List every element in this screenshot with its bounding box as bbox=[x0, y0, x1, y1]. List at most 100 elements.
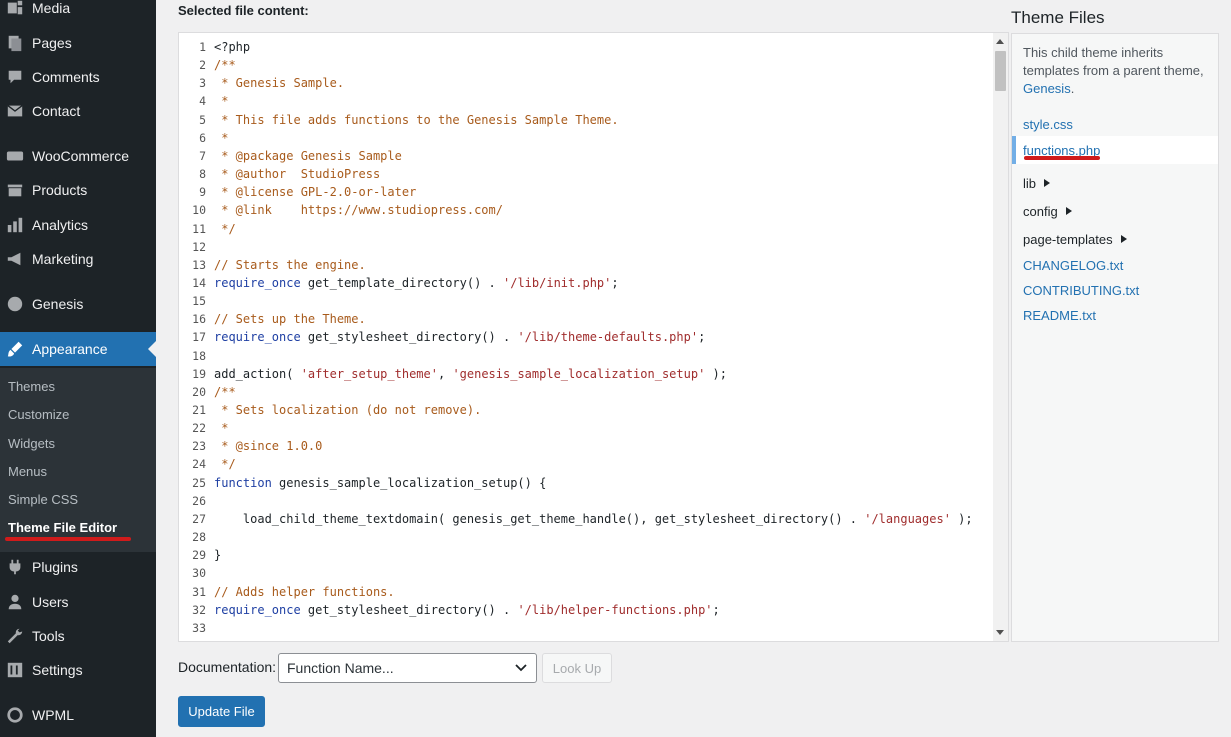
line-number: 6 bbox=[199, 130, 206, 145]
code-text: */ bbox=[214, 457, 236, 472]
code-text: // Starts the engine. bbox=[214, 257, 366, 272]
code-text: /** bbox=[214, 58, 236, 73]
submenu-item-theme-file-editor[interactable]: Theme File Editor bbox=[8, 520, 117, 535]
code-text: * bbox=[214, 130, 229, 145]
submenu-item-themes[interactable]: Themes bbox=[8, 379, 55, 394]
pages-icon bbox=[5, 33, 25, 53]
line-number: 17 bbox=[192, 330, 206, 345]
submenu-item-customize[interactable]: Customize bbox=[8, 407, 69, 422]
comments-icon bbox=[5, 67, 25, 87]
code-text: * @link https://www.studiopress.com/ bbox=[214, 203, 503, 218]
select-value: Function Name... bbox=[287, 660, 394, 676]
menu-label: WooCommerce bbox=[32, 148, 129, 164]
expand-triangle-icon bbox=[1044, 179, 1051, 187]
products-icon bbox=[5, 180, 25, 200]
function-name-select[interactable]: Function Name... bbox=[278, 653, 537, 683]
code-text: * @since 1.0.0 bbox=[214, 439, 323, 454]
line-number: 8 bbox=[199, 167, 206, 182]
mail-icon bbox=[5, 101, 25, 121]
menu-label: Comments bbox=[32, 69, 100, 85]
line-number: 9 bbox=[199, 185, 206, 200]
file-item-changelog[interactable]: CHANGELOG.txt bbox=[1012, 251, 1218, 279]
line-number: 2 bbox=[199, 58, 206, 73]
code-text: * Genesis Sample. bbox=[214, 76, 345, 91]
code-text: add_action( 'after_setup_theme', 'genesi… bbox=[214, 366, 727, 381]
editor-scrollbar[interactable] bbox=[993, 33, 1008, 641]
menu-item-users[interactable]: Users bbox=[0, 585, 156, 619]
code-text: <?php bbox=[214, 40, 251, 54]
code-text: require_once get_stylesheet_directory() … bbox=[214, 330, 706, 345]
look-up-button[interactable]: Look Up bbox=[542, 653, 612, 683]
menu-item-appearance[interactable]: Appearance bbox=[0, 332, 156, 366]
file-item-style-css[interactable]: style.css bbox=[1012, 110, 1218, 138]
menu-item-plugins[interactable]: Plugins bbox=[0, 550, 156, 584]
folder-item-config[interactable]: config bbox=[1012, 197, 1218, 225]
code-text: * This file adds functions to the Genesi… bbox=[214, 112, 619, 127]
folder-item-lib[interactable]: lib bbox=[1012, 169, 1218, 197]
folder-label: config bbox=[1023, 203, 1058, 219]
line-number: 30 bbox=[192, 566, 206, 581]
theme-files-panel: This child theme inherits templates from… bbox=[1011, 33, 1219, 642]
file-label: CHANGELOG.txt bbox=[1023, 257, 1124, 273]
line-number: 1 bbox=[199, 40, 206, 54]
highlight-underline bbox=[5, 537, 131, 541]
line-number: 23 bbox=[192, 439, 206, 454]
scroll-thumb[interactable] bbox=[995, 51, 1006, 91]
menu-item-woocommerce[interactable]: WooCommerce bbox=[0, 139, 156, 173]
code-text: load_child_theme_textdomain( genesis_get… bbox=[214, 511, 973, 526]
menu-label: Marketing bbox=[32, 251, 94, 267]
submenu-item-simple-css[interactable]: Simple CSS bbox=[8, 492, 78, 507]
file-item-readme[interactable]: README.txt bbox=[1012, 301, 1218, 329]
menu-label: Users bbox=[32, 594, 69, 610]
settings-icon bbox=[5, 660, 25, 680]
line-number: 28 bbox=[192, 530, 206, 545]
menu-item-genesis[interactable]: Genesis bbox=[0, 287, 156, 321]
scroll-down-icon[interactable] bbox=[996, 630, 1004, 635]
line-number: 11 bbox=[192, 221, 206, 236]
line-number: 20 bbox=[192, 384, 206, 399]
menu-item-analytics[interactable]: Analytics bbox=[0, 208, 156, 242]
menu-item-tools[interactable]: Tools bbox=[0, 619, 156, 653]
folder-item-page-templates[interactable]: page-templates bbox=[1012, 225, 1218, 253]
code-text: function genesis_sample_localization_set… bbox=[214, 475, 547, 490]
submenu-item-menus[interactable]: Menus bbox=[8, 464, 47, 479]
menu-item-pages[interactable]: Pages bbox=[0, 26, 156, 60]
file-item-contributing[interactable]: CONTRIBUTING.txt bbox=[1012, 276, 1218, 304]
line-number: 29 bbox=[192, 548, 206, 563]
chevron-down-icon bbox=[514, 660, 528, 677]
line-number: 18 bbox=[192, 348, 206, 363]
theme-files-title: Theme Files bbox=[1011, 8, 1105, 27]
line-number: 31 bbox=[192, 584, 206, 599]
code-text: * bbox=[214, 421, 229, 436]
genesis-link[interactable]: Genesis bbox=[1023, 81, 1071, 96]
active-indicator-arrow bbox=[148, 341, 156, 357]
menu-item-marketing[interactable]: Marketing bbox=[0, 242, 156, 276]
menu-item-settings[interactable]: Settings bbox=[0, 653, 156, 687]
file-label: CONTRIBUTING.txt bbox=[1023, 282, 1140, 298]
code-editor[interactable]: 1 <?php 2 /** 3 * Genesis Sample. 4 * 5 * This… bbox=[178, 32, 1009, 642]
megaphone-icon bbox=[5, 249, 25, 269]
line-number: 27 bbox=[192, 511, 206, 526]
menu-label: Settings bbox=[32, 662, 83, 678]
media-icon bbox=[5, 0, 25, 18]
menu-item-media[interactable]: Media bbox=[0, 0, 156, 25]
submenu-item-widgets[interactable]: Widgets bbox=[8, 436, 55, 451]
menu-item-comments[interactable]: Comments bbox=[0, 60, 156, 94]
line-number: 26 bbox=[192, 493, 206, 508]
line-number: 24 bbox=[192, 457, 206, 472]
code-text: * @license GPL-2.0-or-later bbox=[214, 185, 417, 200]
menu-item-products[interactable]: Products bbox=[0, 173, 156, 207]
update-file-button[interactable]: Update File bbox=[178, 696, 265, 727]
genesis-icon bbox=[5, 294, 25, 314]
menu-label: Contact bbox=[32, 103, 81, 119]
menu-item-contact[interactable]: Contact bbox=[0, 94, 156, 128]
note-text: This child theme inherits templates from… bbox=[1023, 45, 1204, 78]
admin-sidebar: Media Pages Comments Contact WooCommerce… bbox=[0, 0, 156, 737]
line-number: 16 bbox=[192, 312, 206, 327]
menu-item-wpml[interactable]: WPML bbox=[0, 698, 156, 732]
line-number: 10 bbox=[192, 203, 206, 218]
code-text: // Adds helper functions. bbox=[214, 584, 395, 599]
expand-triangle-icon bbox=[1065, 207, 1072, 215]
code-text: // Sets up the Theme. bbox=[214, 312, 366, 327]
scroll-up-icon[interactable] bbox=[996, 39, 1004, 44]
